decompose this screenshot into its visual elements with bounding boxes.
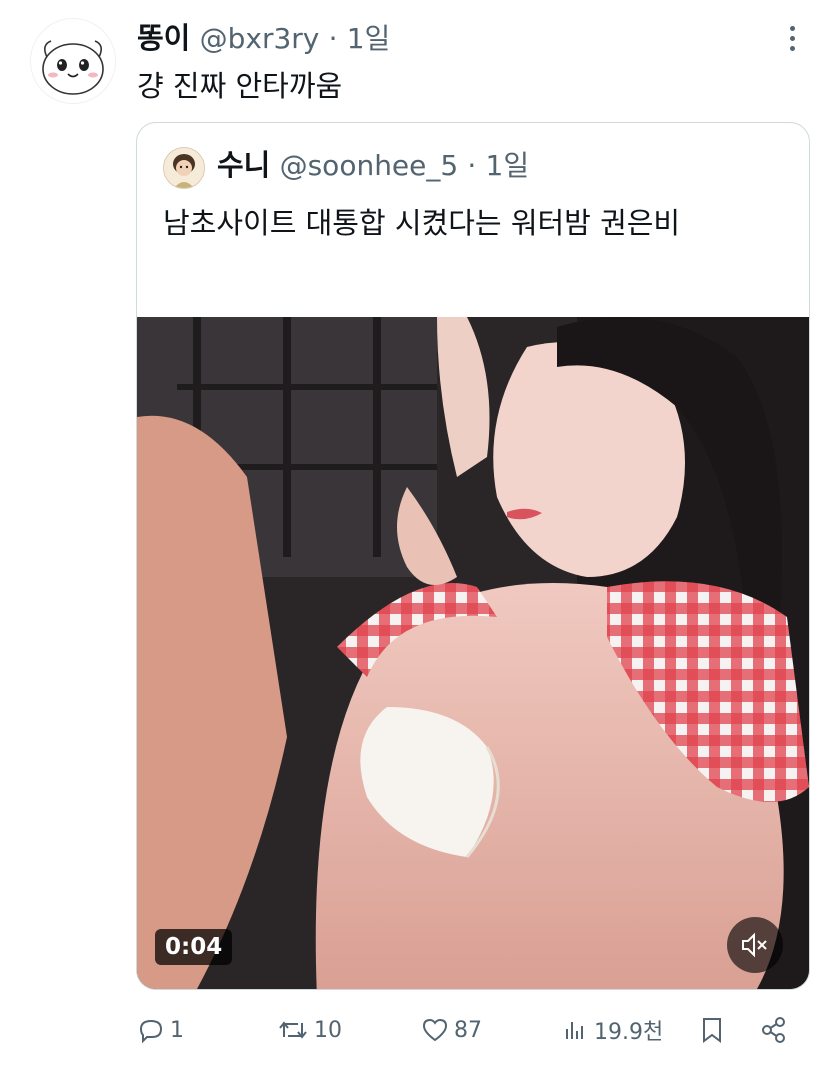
separator-dot: · [328, 22, 338, 55]
quoted-author-avatar[interactable] [163, 147, 205, 189]
cartoon-face-avatar-icon [42, 40, 104, 95]
more-options-button[interactable] [780, 22, 804, 58]
author-avatar[interactable] [30, 18, 116, 104]
quoted-tweet-header: 수니 @soonhee_5 · 1일 [217, 143, 529, 188]
more-vertical-icon [789, 26, 795, 31]
view-count: 19.9천 [594, 1020, 664, 1045]
views-button[interactable]: 19.9천 [560, 1008, 663, 1052]
more-dot [789, 46, 795, 51]
like-count: 87 [454, 1017, 482, 1043]
quoted-separator-dot: · [467, 149, 477, 182]
video-thumbnail [137, 317, 809, 989]
share-button[interactable] [758, 1008, 794, 1052]
quoted-author-name[interactable]: 수니 [217, 148, 270, 182]
quoted-tweet-card[interactable]: 수니 @soonhee_5 · 1일 남초사이트 대통합 시켰다는 워터밤 권은… [136, 122, 810, 990]
author-handle[interactable]: @bxr3ry [200, 22, 320, 55]
tweet-text: 걍 진짜 안타까움 [137, 69, 343, 103]
tweet-action-bar: 1 10 87 19.9천 [136, 1008, 808, 1052]
more-dot [789, 36, 795, 41]
bookmark-icon [703, 1018, 721, 1043]
quoted-author-handle[interactable]: @soonhee_5 [280, 149, 459, 182]
author-name[interactable]: 똥이 [137, 21, 190, 55]
tweet-time[interactable]: 1일 [347, 22, 391, 55]
tweet-header: 똥이 @bxr3ry · 1일 [137, 16, 390, 61]
repost-button[interactable]: 10 [276, 1008, 342, 1052]
quoted-tweet-time[interactable]: 1일 [486, 149, 530, 182]
video-player[interactable]: 0:04 [137, 317, 809, 989]
quoted-tweet-text: 남초사이트 대통합 시켰다는 워터밤 권은비 [163, 206, 681, 240]
heart-icon [422, 1018, 448, 1042]
mute-button[interactable] [727, 917, 783, 973]
share-icon [762, 1017, 785, 1043]
reply-button[interactable]: 1 [136, 1008, 184, 1052]
views-chart-icon [566, 1022, 583, 1039]
volume-muted-icon [742, 932, 767, 958]
cartoon-person-avatar-icon [164, 148, 204, 188]
reply-icon [139, 1019, 163, 1044]
video-duration: 0:04 [155, 929, 233, 965]
reply-count: 1 [170, 1017, 184, 1043]
repost-count: 10 [314, 1017, 342, 1043]
like-button[interactable]: 87 [420, 1008, 482, 1052]
bookmark-button[interactable] [696, 1008, 732, 1052]
repost-icon [279, 1021, 307, 1039]
